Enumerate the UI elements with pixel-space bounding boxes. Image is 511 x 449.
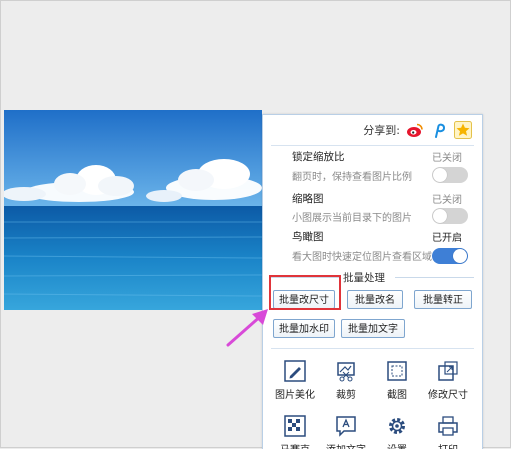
batch-section-title: 批量处理 [343, 272, 385, 284]
ocean-photo [4, 110, 262, 310]
toggle-lock-zoom[interactable] [432, 167, 468, 183]
weibo-icon[interactable] [406, 121, 424, 139]
pinterest-icon[interactable] [430, 121, 448, 139]
share-label: 分享到: [363, 124, 400, 137]
tool-print[interactable]: 打印 [422, 415, 474, 449]
batch-rename-button[interactable]: 批量改名 [347, 290, 403, 309]
tool-crop[interactable]: 裁剪 [320, 360, 372, 401]
batch-resize-button[interactable]: 批量改尺寸 [273, 290, 335, 309]
option-title-birdseye: 鸟瞰图 [292, 231, 324, 243]
toggle-thumbnail[interactable] [432, 208, 468, 224]
toggle-knob [433, 168, 447, 182]
share-bar: 分享到: [263, 118, 482, 142]
option-state-thumbnail: 已关闭 [432, 195, 462, 206]
batch-rotate-button[interactable]: 批量转正 [414, 290, 472, 309]
divider [271, 145, 474, 146]
toggle-birdseye[interactable] [432, 248, 468, 264]
option-desc-thumbnail: 小图展示当前目录下的图片 [292, 213, 412, 224]
add-text-icon [336, 416, 356, 437]
resize-icon [438, 361, 458, 381]
tool-beautify[interactable]: 图片美化 [269, 360, 321, 401]
tool-add-text[interactable]: 添加文字 [320, 415, 372, 449]
option-state-lock-zoom: 已关闭 [432, 153, 462, 164]
mosaic-icon [284, 415, 306, 437]
options-panel: 分享到: 锁定缩放比 已关闭 翻页时，保持查看图片比例 缩略图 已关闭 小图展示… [262, 114, 483, 449]
divider [271, 348, 474, 349]
divider [395, 277, 474, 278]
print-icon [438, 416, 458, 436]
screenshot-icon [387, 361, 407, 381]
pointer-arrow [226, 309, 268, 347]
toggle-knob [433, 209, 447, 223]
tool-label: 图片美化 [275, 390, 315, 401]
option-title-thumbnail: 缩略图 [292, 193, 324, 205]
crop-icon [337, 362, 355, 382]
pencil-icon [284, 360, 306, 382]
tool-label: 修改尺寸 [428, 390, 468, 401]
tool-settings[interactable]: 设置 [371, 415, 423, 449]
batch-watermark-button[interactable]: 批量加水印 [273, 319, 335, 338]
option-desc-birdseye: 看大图时快速定位图片查看区域 [292, 252, 432, 263]
tool-label: 裁剪 [336, 390, 356, 401]
divider [271, 277, 339, 278]
toggle-knob [453, 249, 467, 263]
tool-label: 截图 [387, 390, 407, 401]
option-title-lock-zoom: 锁定缩放比 [292, 151, 345, 163]
tool-screenshot[interactable]: 截图 [371, 360, 423, 401]
option-state-birdseye: 已开启 [432, 233, 462, 244]
batch-section-header: 批量处理 [263, 270, 482, 284]
tool-mosaic[interactable]: 马赛克 [269, 415, 321, 449]
batch-add-text-button[interactable]: 批量加文字 [341, 319, 405, 338]
gear-icon [389, 418, 405, 434]
option-desc-lock-zoom: 翻页时，保持查看图片比例 [292, 172, 412, 183]
star-icon[interactable] [454, 121, 472, 139]
tool-resize[interactable]: 修改尺寸 [422, 360, 474, 401]
